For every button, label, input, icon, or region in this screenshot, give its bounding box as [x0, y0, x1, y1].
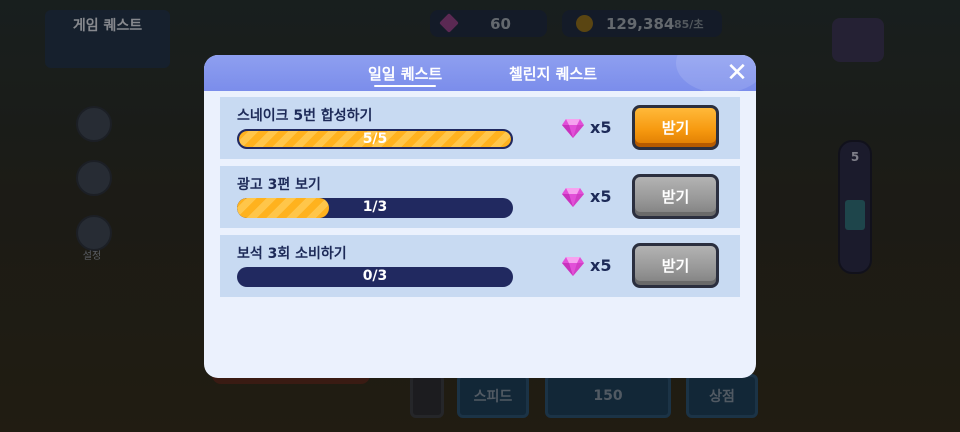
- quest-progress-bar: 1/3: [237, 198, 513, 218]
- quest-row: 스네이크 5번 합성하기 5/5 x5 받기: [220, 97, 740, 159]
- claim-reward-button[interactable]: 받기: [632, 243, 719, 288]
- tab-daily-quest[interactable]: 일일 퀘스트: [368, 63, 443, 87]
- tab-daily-quest-label: 일일 퀘스트: [368, 65, 443, 83]
- modal-header: 일일 퀘스트 첼린지 퀘스트: [204, 55, 756, 93]
- quest-progress-text: 1/3: [362, 199, 388, 215]
- tab-challenge-quest[interactable]: 첼린지 퀘스트: [509, 63, 597, 84]
- quest-modal: 일일 퀘스트 첼린지 퀘스트 ✕ 스네이크 5번 합성하기 5/5 x5 받기 …: [204, 55, 756, 378]
- close-icon[interactable]: ✕: [724, 60, 750, 86]
- reward-quantity: x5: [590, 187, 612, 206]
- quest-title: 광고 3편 보기: [237, 177, 321, 193]
- quest-title: 보석 3회 소비하기: [237, 246, 347, 262]
- diamond-icon: [562, 257, 584, 276]
- quest-row: 보석 3회 소비하기 0/3 x5 받기: [220, 235, 740, 297]
- diamond-icon: [562, 119, 584, 138]
- diamond-icon: [562, 188, 584, 207]
- reward-quantity: x5: [590, 118, 612, 137]
- tab-challenge-quest-label: 첼린지 퀘스트: [509, 65, 598, 83]
- quest-progress-text: 0/3: [362, 268, 388, 284]
- quest-progress-bar: 5/5: [237, 129, 513, 149]
- quest-title: 스네이크 5번 합성하기: [237, 108, 373, 124]
- claim-reward-button[interactable]: 받기: [632, 174, 719, 219]
- claim-reward-button[interactable]: 받기: [632, 105, 719, 150]
- reward-quantity: x5: [590, 256, 612, 275]
- tab-active-underline: [374, 85, 437, 87]
- quest-progress-bar: 0/3: [237, 267, 513, 287]
- quest-row: 광고 3편 보기 1/3 x5 받기: [220, 166, 740, 228]
- quest-progress-text: 5/5: [362, 131, 388, 147]
